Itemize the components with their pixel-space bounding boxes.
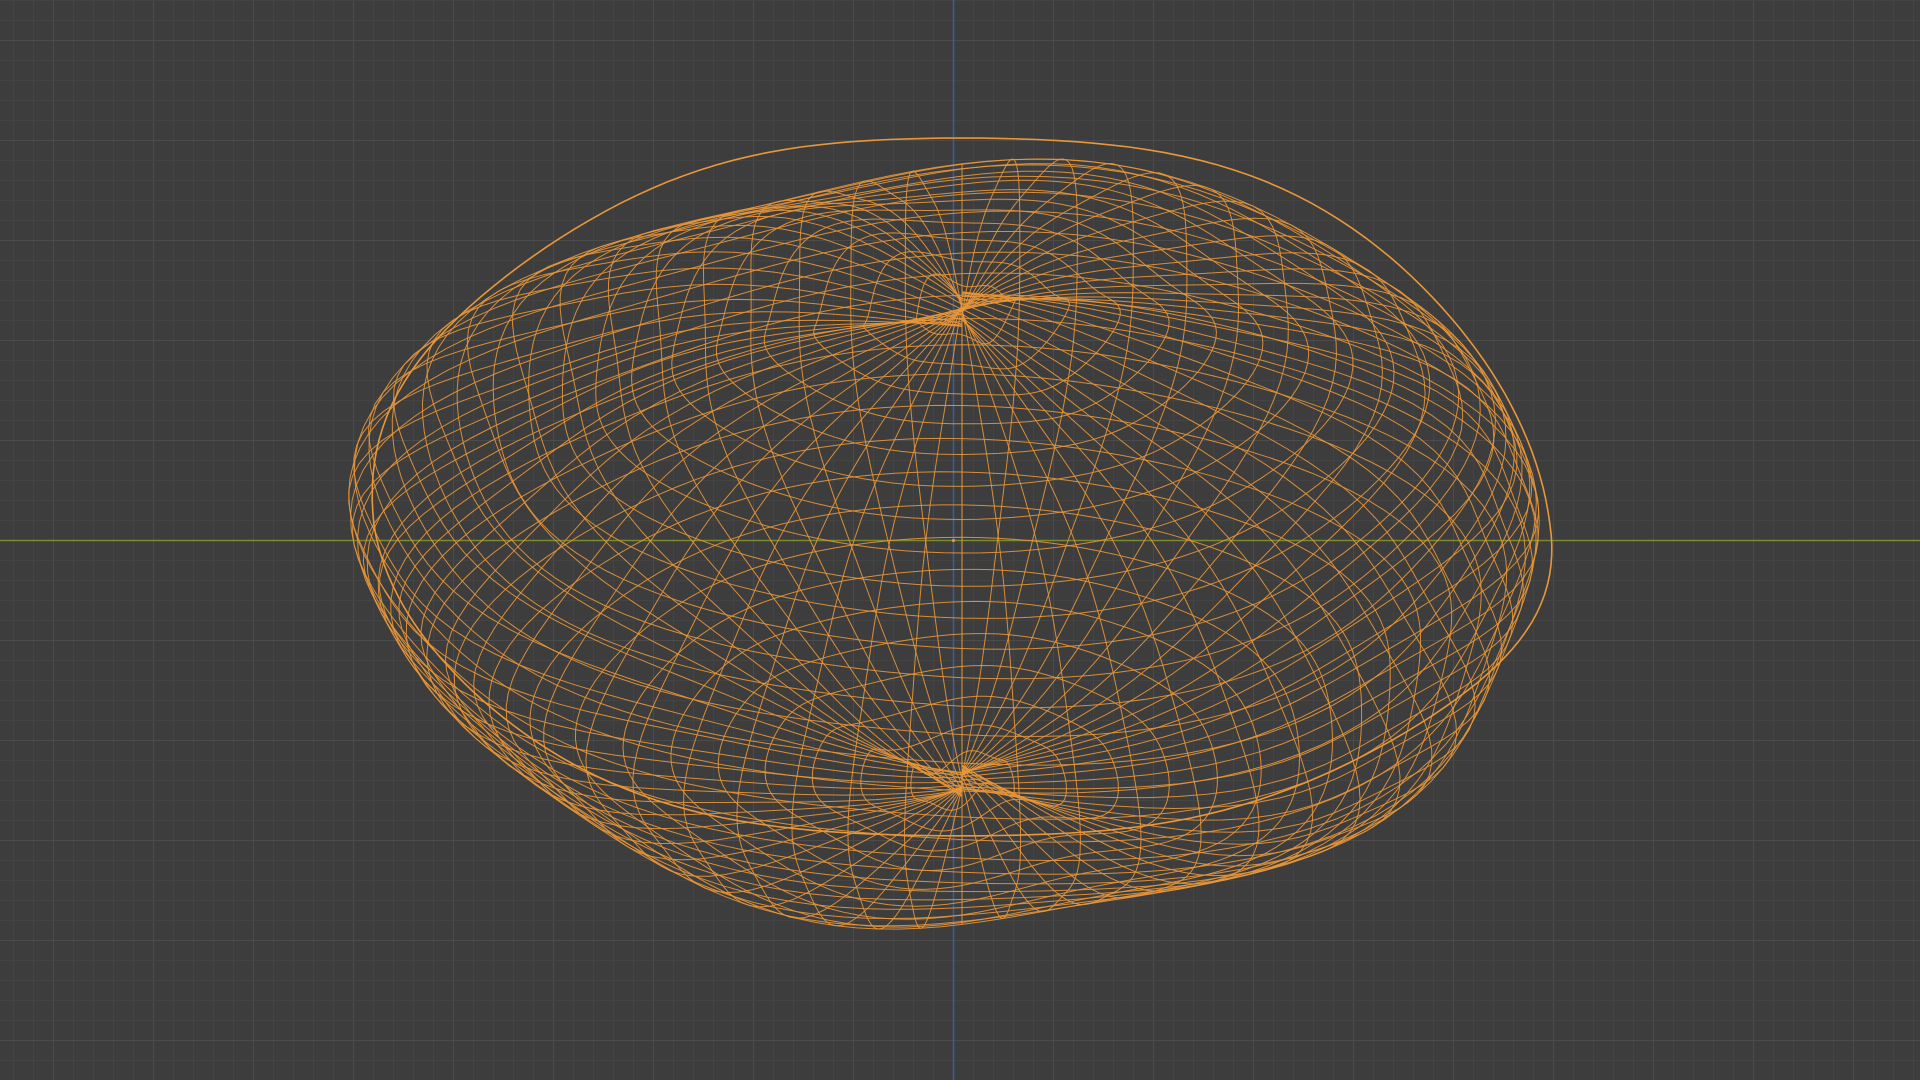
mesh-edge-meridian bbox=[961, 297, 1476, 833]
mesh-edge-meridian bbox=[392, 283, 963, 776]
mesh-edge-meridian bbox=[961, 307, 1022, 920]
mesh-edge-meridian bbox=[559, 224, 963, 793]
viewport-canvas[interactable] bbox=[0, 0, 1920, 1080]
object-origin-dot bbox=[951, 538, 956, 543]
mesh-edge-parallel bbox=[453, 437, 1422, 920]
mesh-edge-meridian bbox=[351, 321, 963, 779]
mesh-edge-meridian bbox=[398, 310, 963, 796]
mesh-edge-meridian bbox=[961, 317, 1202, 899]
mesh-edge-meridian bbox=[961, 291, 1503, 810]
mesh-edge-parallel bbox=[862, 251, 1070, 370]
mesh-edge-meridian bbox=[961, 293, 1491, 821]
3d-viewport[interactable] bbox=[0, 0, 1920, 1080]
mesh-edge-meridian bbox=[683, 307, 963, 908]
wireframe-mesh[interactable] bbox=[348, 137, 1553, 930]
mesh-edge-meridian bbox=[466, 251, 963, 784]
mesh-edge-meridian bbox=[961, 296, 1533, 775]
mesh-edge-meridian bbox=[543, 309, 963, 861]
mesh-edge-meridian bbox=[961, 217, 1337, 776]
mesh-edge-parallel bbox=[561, 170, 1395, 587]
mesh-edge-meridian bbox=[961, 158, 1021, 776]
mesh-edge-parallel bbox=[813, 232, 1121, 396]
mesh-edge-parallel bbox=[671, 198, 1264, 487]
